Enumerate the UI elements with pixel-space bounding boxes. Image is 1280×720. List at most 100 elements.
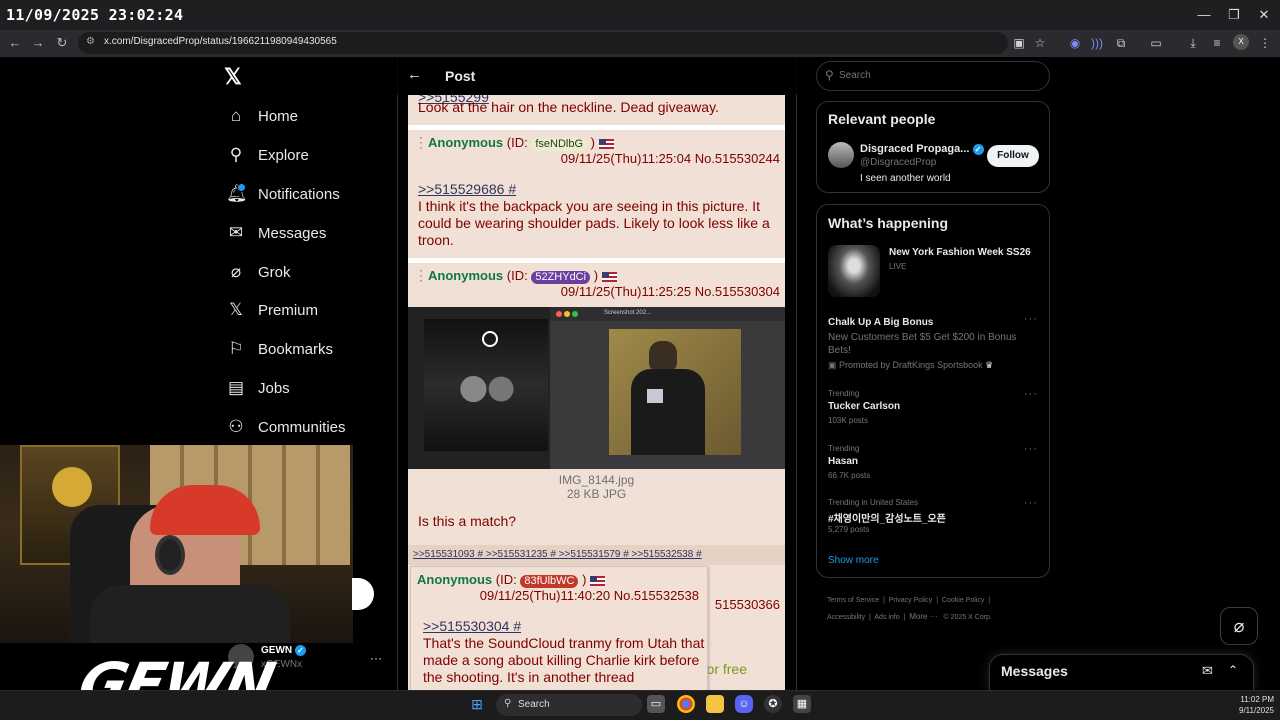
task-view-icon[interactable]: ▭ xyxy=(647,695,665,713)
footer-link[interactable]: Privacy Policy xyxy=(889,597,933,604)
bookmark-icon: ⚐ xyxy=(228,339,244,358)
trend-name[interactable]: Tucker Carlson xyxy=(828,401,900,412)
more-options-icon[interactable]: ··· xyxy=(1024,388,1038,400)
nav-label: Home xyxy=(258,107,299,125)
event-status: LIVE xyxy=(889,262,907,271)
reading-list-icon[interactable]: ≡ xyxy=(1208,34,1226,52)
mail-icon: ✉ xyxy=(228,223,244,242)
chan-id-suffix: ) xyxy=(590,135,595,150)
extension-badge-icon[interactable]: ◉ xyxy=(1066,34,1084,52)
nav-item-communities[interactable]: ⚇ Communities xyxy=(226,412,346,442)
bookmark-star-icon[interactable]: ☆ xyxy=(1031,34,1049,52)
footer-link[interactable]: Ads info xyxy=(874,614,899,621)
discord-icon[interactable]: ☺ xyxy=(735,695,753,713)
forward-icon[interactable]: → xyxy=(29,34,47,52)
reload-icon[interactable]: ↻ xyxy=(53,34,71,52)
image-screenshot-window: Screenshot 202... xyxy=(550,307,785,469)
event-title[interactable]: New York Fashion Week SS26 xyxy=(889,247,1031,258)
card-title: What’s happening xyxy=(828,215,949,231)
install-app-icon[interactable]: ▣ xyxy=(1010,34,1028,52)
nav-label: Jobs xyxy=(258,379,290,397)
nav-item-messages[interactable]: ✉ Messages xyxy=(226,218,327,248)
chan-poster-id: 52ZHYdCi xyxy=(531,271,591,284)
footer-link[interactable]: Cookie Policy xyxy=(942,597,984,604)
promo-by: Promoted by DraftKings Sportsbook xyxy=(839,360,983,370)
avatar[interactable] xyxy=(828,142,854,168)
event-thumbnail[interactable] xyxy=(828,245,880,297)
download-icon[interactable]: ⤓ xyxy=(1184,34,1202,52)
file-explorer-icon[interactable] xyxy=(706,695,724,713)
nav-label: Communities xyxy=(258,418,346,436)
minimize-icon[interactable]: — xyxy=(1190,6,1218,24)
expand-icon[interactable]: ⌃ xyxy=(1228,663,1238,677)
card-title: Relevant people xyxy=(828,111,936,127)
person-name-row[interactable]: Disgraced Propaga... ✓ xyxy=(860,143,984,155)
promo-title[interactable]: Chalk Up A Big Bonus xyxy=(828,317,933,328)
trend-name[interactable]: Hasan xyxy=(828,456,858,467)
trend-count: 5,279 posts xyxy=(828,525,870,534)
messages-drawer[interactable]: Messages ✉ ⌃ xyxy=(989,654,1254,690)
nav-item-explore[interactable]: ⚲ Explore xyxy=(226,140,309,170)
image-faces xyxy=(444,369,528,409)
promo-by-row: ▣ Promoted by DraftKings Sportsbook ♛ xyxy=(828,360,993,371)
chrome-icon[interactable] xyxy=(677,695,695,713)
grok-fab-icon[interactable]: ⌀ xyxy=(1220,607,1258,645)
shirt-flag-graphic xyxy=(647,389,663,403)
sidebar-toggle-icon[interactable]: ▭ xyxy=(1147,34,1165,52)
maximize-icon[interactable]: ❐ xyxy=(1220,6,1248,24)
post-menu-icon: ⋮ xyxy=(414,267,428,283)
trend-name[interactable]: #채영이만의_감성노트_오픈 xyxy=(828,510,946,525)
verified-badge-icon: ✓ xyxy=(972,143,984,155)
trend-context: Trending in United States xyxy=(828,498,918,507)
chan-reply: ⋮ Anonymous (ID: 52ZHYdCi ) 09/11/25(Thu… xyxy=(408,263,785,543)
menu-kebab-icon[interactable]: ⋮ xyxy=(1256,34,1274,52)
windows-start-icon[interactable]: ⊞ xyxy=(468,695,486,713)
chan-post-datetime: 09/11/25(Thu)11:40:20 No.515532538 xyxy=(479,588,699,603)
new-message-icon[interactable]: ✉ xyxy=(1202,663,1213,679)
extensions-icon[interactable]: ⧉ xyxy=(1112,34,1130,52)
chan-reply: ⋮ Anonymous (ID: fseNDlbG ) 09/11/25(Thu… xyxy=(408,130,785,258)
app-icon[interactable]: ▦ xyxy=(793,695,811,713)
chan-quote-link: >>515529686 # xyxy=(418,181,517,197)
follow-button[interactable]: Follow xyxy=(987,145,1039,167)
footer-link[interactable]: Accessibility xyxy=(827,614,865,621)
more-options-icon[interactable]: ··· xyxy=(1024,497,1038,509)
taskbar-search[interactable]: ⚲ Search xyxy=(496,694,642,716)
extension-audio-icon[interactable]: ))) xyxy=(1088,34,1106,52)
url-text[interactable]: x.com/DisgracedProp/status/1966211980949… xyxy=(104,36,337,47)
footer-copyright: © 2025 X Corp. xyxy=(943,614,992,621)
person-name[interactable]: Disgraced Propaga... xyxy=(860,143,969,155)
streamer-shirt xyxy=(90,585,290,643)
back-arrow-icon[interactable]: ← xyxy=(407,66,422,83)
back-icon[interactable]: ← xyxy=(6,34,24,52)
close-icon[interactable]: ✕ xyxy=(1250,6,1278,24)
person-handle[interactable]: @DisgracedProp xyxy=(860,157,936,168)
nav-item-grok[interactable]: ⌀ Grok xyxy=(226,257,291,287)
nav-item-bookmarks[interactable]: ⚐ Bookmarks xyxy=(226,334,333,364)
more-options-icon[interactable]: ··· xyxy=(1024,313,1038,325)
chan-id-suffix: ) xyxy=(582,572,587,587)
nav-item-jobs[interactable]: ▤ Jobs xyxy=(226,373,290,403)
show-more-link[interactable]: Show more xyxy=(828,555,879,566)
scroll-handle[interactable] xyxy=(352,578,374,610)
x-logo-icon[interactable]: 𝕏 xyxy=(224,64,242,90)
site-info-icon[interactable]: ⚙ xyxy=(86,36,95,47)
chan-post-image: Screenshot 202... xyxy=(408,307,785,469)
footer-link[interactable]: More ··· xyxy=(909,612,937,621)
sidebar-footer: Terms of Service | Privacy Policy | Cook… xyxy=(827,597,992,621)
taskbar-clock[interactable]: 11:02 PM 9/11/2025 xyxy=(1224,694,1274,716)
chan-post-text: Is this a match? xyxy=(418,513,517,529)
nav-label: Explore xyxy=(258,146,309,164)
dot-green-icon xyxy=(572,311,578,317)
notification-badge xyxy=(237,183,246,192)
search-icon: ⚲ xyxy=(504,698,512,709)
profile-avatar[interactable]: X xyxy=(1233,34,1249,50)
nav-item-premium[interactable]: 𝕏 Premium xyxy=(226,295,318,325)
footer-link[interactable]: Terms of Service xyxy=(827,597,879,604)
nav-item-home[interactable]: ⌂ Home xyxy=(226,101,298,131)
app-icon[interactable]: ✪ xyxy=(764,695,782,713)
nav-label: Notifications xyxy=(258,185,340,203)
more-options-icon[interactable]: ··· xyxy=(1024,443,1038,455)
more-options-icon[interactable]: ··· xyxy=(370,651,382,665)
us-flag-icon xyxy=(590,575,606,586)
